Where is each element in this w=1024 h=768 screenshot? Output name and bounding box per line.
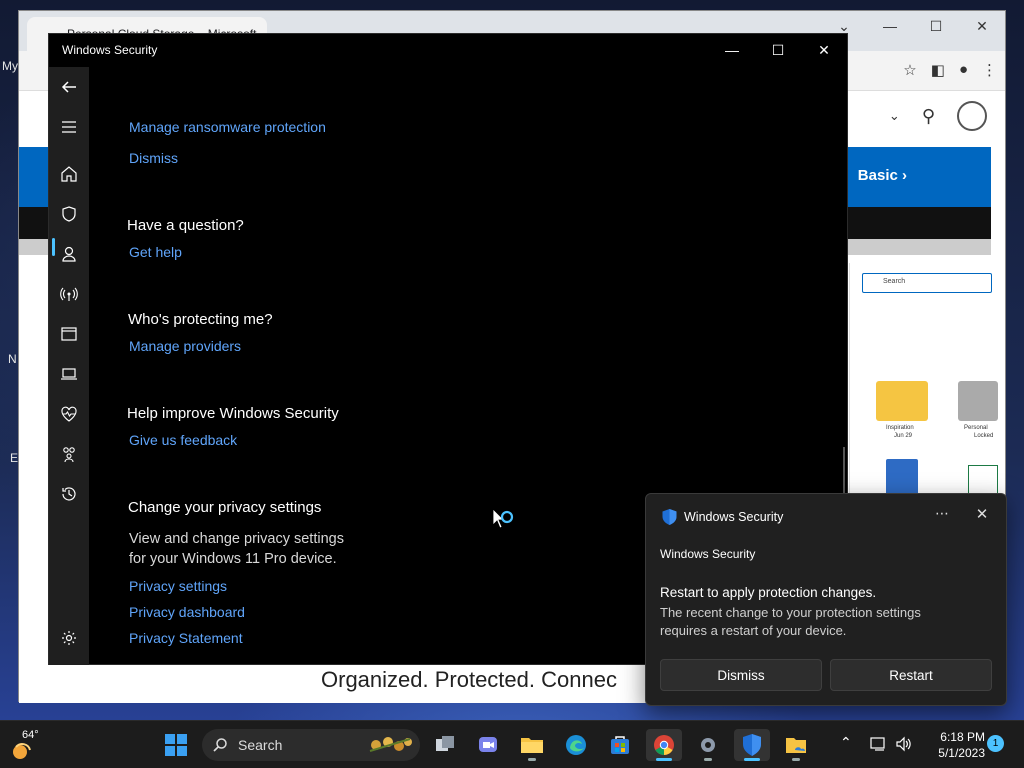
network-icon[interactable] (870, 736, 888, 752)
toast-dismiss-button[interactable]: Dismiss (660, 659, 822, 691)
vault-icon (958, 381, 998, 421)
edge-browser-icon[interactable] (558, 729, 594, 761)
chevron-up-icon[interactable]: ⌃ (840, 734, 852, 751)
privacy-settings-link[interactable]: Privacy settings (129, 578, 227, 594)
section-heading-improve: Help improve Windows Security (127, 405, 339, 422)
browser-window-controls: ⌄ — ☐ ✕ (821, 11, 1005, 41)
search-highlight-icon (369, 737, 412, 752)
page-tagline: Organized. Protected. Connec (321, 667, 617, 692)
window-controls: — ☐ ✕ (709, 34, 847, 66)
shield-icon (662, 509, 677, 525)
navigation-sidebar (49, 67, 89, 665)
teams-chat-icon[interactable] (470, 729, 506, 761)
home-icon[interactable] (49, 154, 89, 194)
privacy-description-line2: for your Windows 11 Pro device. (129, 551, 337, 567)
clock-time: 6:18 PM (940, 730, 985, 744)
back-icon[interactable] (49, 67, 89, 107)
privacy-statement-link[interactable]: Privacy Statement (129, 630, 243, 646)
section-heading-privacy: Change your privacy settings (128, 499, 322, 516)
taskbar-search-box[interactable]: Search (202, 729, 420, 761)
weather-icon[interactable] (10, 738, 34, 762)
clock[interactable]: 6:18 PM 5/1/2023 (925, 729, 985, 761)
desktop-icon-label[interactable]: E (10, 451, 18, 465)
toast-body-line1: The recent change to your protection set… (660, 605, 921, 620)
privacy-description-line1: View and change privacy settings (129, 531, 344, 547)
wifi-icon[interactable] (49, 274, 89, 314)
manage-ransomware-link[interactable]: Manage ransomware protection (129, 119, 326, 135)
close-icon[interactable]: ✕ (970, 504, 994, 526)
family-icon[interactable] (49, 434, 89, 474)
maximize-button[interactable]: ☐ (913, 11, 959, 41)
close-button[interactable]: ✕ (801, 34, 847, 66)
microsoft-store-icon[interactable] (602, 729, 638, 761)
desktop-icon-label[interactable]: My (2, 59, 18, 73)
account-icon[interactable] (49, 234, 89, 274)
task-view-icon[interactable] (427, 729, 463, 761)
minimize-button[interactable]: — (709, 34, 755, 66)
health-icon[interactable] (49, 394, 89, 434)
app-browser-icon[interactable] (49, 314, 89, 354)
feedback-link[interactable]: Give us feedback (129, 432, 237, 448)
folder-date: Jun 29 (894, 433, 913, 439)
windows-start-icon[interactable] (164, 733, 188, 757)
account-icon[interactable] (957, 101, 987, 131)
app-preview-image: Search Inspiration Jun 29 Personal Locke… (849, 263, 998, 503)
toast-app-name: Windows Security (684, 510, 784, 524)
manage-providers-link[interactable]: Manage providers (129, 338, 241, 354)
clock-date: 5/1/2023 (938, 746, 985, 760)
search-label: Search (238, 737, 283, 753)
toast-body: The recent change to your protection set… (660, 604, 990, 640)
folder-caption: Inspiration (886, 425, 914, 431)
get-help-link[interactable]: Get help (129, 244, 182, 260)
favorite-icon[interactable]: ☆ (903, 61, 916, 79)
profile-icon[interactable]: ● (959, 61, 968, 79)
toast-sender: Windows Security (660, 547, 756, 561)
close-button[interactable]: ✕ (959, 11, 1005, 41)
settings-gear-icon[interactable] (690, 729, 726, 761)
privacy-dashboard-link[interactable]: Privacy dashboard (129, 604, 245, 620)
file-explorer-icon[interactable] (514, 729, 550, 761)
section-heading-protecting: Who's protecting me? (128, 311, 273, 328)
more-options-icon[interactable]: ⋯ (930, 504, 954, 526)
toast-restart-button[interactable]: Restart (830, 659, 992, 691)
taskbar: 64° Search ⌃ 6:18 PM 5/1/2023 (0, 720, 1024, 768)
minimize-button[interactable]: — (867, 11, 913, 41)
more-icon[interactable]: ⋮ (982, 61, 997, 79)
settings-icon[interactable] (49, 618, 89, 658)
basic-plan-link[interactable]: Basic › (858, 167, 907, 184)
toast-body-line2: requires a restart of your device. (660, 623, 847, 638)
menu-icon[interactable] (49, 107, 89, 147)
busy-cursor-icon (492, 509, 514, 529)
vault-subcaption: Locked (974, 433, 994, 439)
notification-badge[interactable]: 1 (987, 735, 1004, 752)
onedrive-folder-icon[interactable] (778, 729, 814, 761)
toast-title: Restart to apply protection changes. (660, 585, 877, 600)
section-heading-question: Have a question? (127, 217, 244, 234)
search-icon[interactable]: ⚲ (922, 106, 935, 127)
title-bar: Windows Security — ☐ ✕ (49, 34, 847, 67)
site-nav: ⌄ ⚲ (889, 101, 987, 131)
sidebar-icon[interactable]: ◧ (931, 61, 945, 79)
windows-security-taskbar-icon[interactable] (734, 729, 770, 761)
search-icon (213, 738, 227, 752)
chrome-browser-icon[interactable] (646, 729, 682, 761)
device-icon[interactable] (49, 354, 89, 394)
vault-caption: Personal (964, 425, 988, 431)
maximize-button[interactable]: ☐ (755, 34, 801, 66)
folder-icon (876, 381, 928, 421)
toast-notification: Windows Security ⋯ ✕ Windows Security Re… (645, 493, 1007, 706)
shield-icon[interactable] (49, 194, 89, 234)
window-title: Windows Security (62, 43, 158, 57)
mock-search-box: Search (862, 273, 992, 293)
volume-icon[interactable] (895, 736, 913, 752)
chevron-down-icon[interactable]: ⌄ (889, 108, 900, 124)
history-icon[interactable] (49, 474, 89, 514)
dismiss-link[interactable]: Dismiss (129, 150, 178, 166)
weather-temperature[interactable]: 64° (22, 729, 39, 741)
desktop-icon-label[interactable]: N (8, 352, 17, 366)
